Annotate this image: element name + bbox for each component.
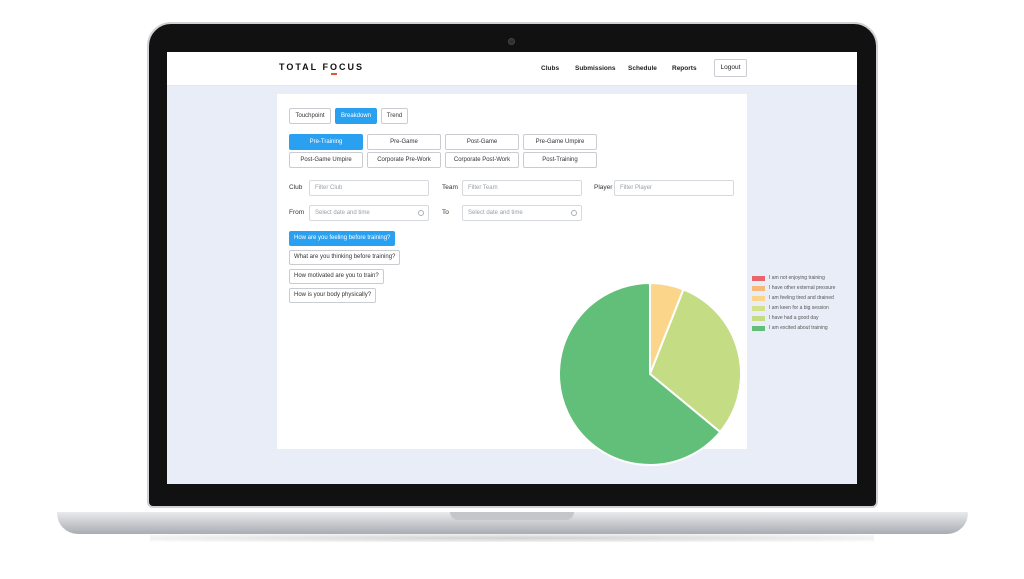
question-feeling[interactable]: How are you feeling before training? [289, 231, 396, 246]
player-filter-input[interactable]: Filter Player [614, 180, 734, 196]
legend-swatch [752, 306, 765, 311]
category-corporate-post-work[interactable]: Corporate Post-Work [445, 152, 519, 168]
logo-part-total: TOTAL F [279, 62, 330, 72]
category-corporate-pre-work[interactable]: Corporate Pre-Work [367, 152, 441, 168]
legend-label: I have had a good day [769, 315, 819, 321]
team-label: Team [442, 184, 458, 191]
to-date-placeholder: Select date and time [468, 210, 523, 216]
logo-part-cus: CUS [339, 62, 365, 72]
from-date-input[interactable]: Select date and time [309, 205, 429, 221]
category-post-game-umpire[interactable]: Post-Game Umpire [289, 152, 363, 168]
legend-swatch [752, 326, 765, 331]
category-post-training[interactable]: Post-Training [523, 152, 597, 168]
legend-label: I am feeling tired and drained [769, 295, 834, 301]
logo[interactable]: TOTAL FOCUS [279, 62, 364, 72]
nav-reports[interactable]: Reports [672, 65, 697, 72]
legend-label: I am excited about training [769, 325, 828, 331]
category-post-game[interactable]: Post-Game [445, 134, 519, 150]
tab-trend[interactable]: Trend [381, 108, 408, 124]
from-label: From [289, 209, 305, 216]
app-screen: TOTAL FOCUS Clubs Submissions Schedule R… [167, 52, 857, 484]
club-filter-input[interactable]: Filter Club [309, 180, 429, 196]
legend-swatch [752, 276, 765, 281]
legend-label: I am not enjoying training [769, 275, 825, 281]
legend-label: I am keen for a big session [769, 305, 829, 311]
to-label: To [442, 209, 449, 216]
navbar: TOTAL FOCUS Clubs Submissions Schedule R… [167, 52, 857, 86]
nav-submissions[interactable]: Submissions [575, 65, 615, 72]
question-body[interactable]: How is your body physically? [289, 288, 377, 303]
player-label: Player [594, 184, 613, 191]
legend-swatch [752, 316, 765, 321]
nav-clubs[interactable]: Clubs [541, 65, 559, 72]
laptop-notch [450, 512, 574, 520]
team-filter-input[interactable]: Filter Team [462, 180, 582, 196]
laptop-shadow [150, 534, 874, 542]
to-date-input[interactable]: Select date and time [462, 205, 582, 221]
logout-button[interactable]: Logout [714, 59, 747, 77]
clock-icon [418, 210, 424, 216]
from-date-placeholder: Select date and time [315, 210, 370, 216]
legend-swatch [752, 286, 765, 291]
legend-swatch [752, 296, 765, 301]
tab-touchpoint[interactable]: Touchpoint [289, 108, 331, 124]
category-pre-game[interactable]: Pre-Game [367, 134, 441, 150]
pie-chart [558, 281, 742, 466]
question-thinking[interactable]: What are you thinking before training? [289, 250, 401, 265]
clock-icon [571, 210, 577, 216]
tab-breakdown[interactable]: Breakdown [335, 108, 377, 124]
question-motivated[interactable]: How motivated are you to train? [289, 269, 384, 284]
legend-label: I have other external pressure [769, 285, 836, 291]
category-pre-game-umpire[interactable]: Pre-Game Umpire [523, 134, 597, 150]
logo-part-o: O [330, 62, 340, 72]
content-card: Touchpoint Breakdown Trend Pre-Training … [277, 94, 835, 466]
nav-schedule[interactable]: Schedule [628, 65, 657, 72]
club-label: Club [289, 184, 303, 191]
category-pre-training[interactable]: Pre-Training [289, 134, 363, 150]
camera-icon [508, 38, 515, 45]
